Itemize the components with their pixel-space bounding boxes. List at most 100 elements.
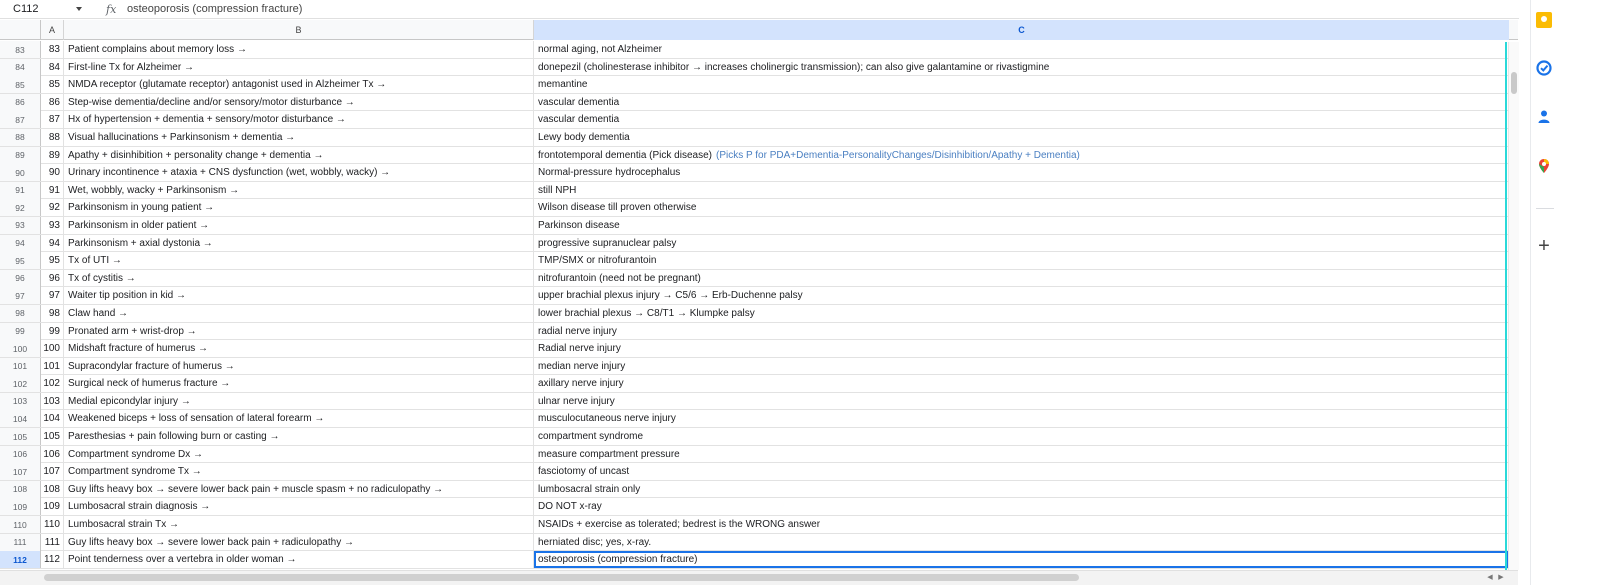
cell-a[interactable]: 95 (41, 252, 64, 270)
cell-b[interactable]: NMDA receptor (glutamate receptor) antag… (64, 76, 534, 94)
cell-b[interactable]: Parkinsonism in older patient → (64, 216, 534, 234)
cell-b[interactable]: Claw hand → (64, 304, 534, 322)
cell-b[interactable]: Guy lifts heavy box → severe lower back … (64, 533, 534, 551)
active-cell-c[interactable]: osteoporosis (compression fracture) (534, 551, 1509, 569)
cell-c[interactable]: Lewy body dementia (534, 129, 1509, 146)
cell-a[interactable]: 85 (41, 76, 64, 94)
keep-icon[interactable] (1536, 12, 1552, 28)
row-header[interactable]: 89 (0, 146, 41, 164)
row-header[interactable]: 90 (0, 164, 41, 182)
row-header[interactable]: 88 (0, 128, 41, 146)
row-header[interactable]: 106 (0, 445, 41, 463)
cell-c[interactable]: nitrofurantoin (need not be pregnant) (534, 270, 1509, 287)
cell-c[interactable]: lumbosacral strain only (534, 481, 1509, 498)
cell-a[interactable]: 90 (41, 164, 64, 182)
contacts-icon[interactable] (1536, 109, 1552, 125)
row-header[interactable]: 109 (0, 498, 41, 516)
formula-input[interactable]: osteoporosis (compression fracture) (127, 0, 302, 18)
cell-a[interactable]: 110 (41, 516, 64, 534)
cell-a[interactable]: 102 (41, 375, 64, 393)
row-header[interactable]: 105 (0, 428, 41, 446)
row-header[interactable]: 111 (0, 533, 41, 551)
cell-b[interactable]: Hx of hypertension + dementia + sensory/… (64, 111, 534, 129)
row-header[interactable]: 85 (0, 76, 41, 94)
horizontal-scrollbar[interactable]: ◀ ▶ (0, 570, 1518, 585)
cell-c[interactable]: Parkinson disease (534, 217, 1509, 234)
cell-a[interactable]: 97 (41, 287, 64, 305)
cell-a[interactable]: 87 (41, 111, 64, 129)
row-header[interactable]: 107 (0, 463, 41, 481)
cell-a[interactable]: 91 (41, 181, 64, 199)
cell-b[interactable]: Visual hallucinations + Parkinsonism + d… (64, 128, 534, 146)
column-header-c[interactable]: C (534, 20, 1509, 40)
name-box-dropdown-icon[interactable] (76, 7, 82, 11)
row-header[interactable]: 93 (0, 216, 41, 234)
cell-a[interactable]: 94 (41, 234, 64, 252)
row-header[interactable]: 86 (0, 93, 41, 111)
add-icon[interactable]: + (1536, 236, 1552, 256)
tasks-icon[interactable] (1536, 60, 1552, 76)
row-header[interactable]: 98 (0, 304, 41, 322)
row-header[interactable]: 102 (0, 375, 41, 393)
cell-b[interactable]: Medial epicondylar injury → (64, 392, 534, 410)
cell-b[interactable]: Tx of cystitis → (64, 269, 534, 287)
row-header[interactable]: 112 (0, 551, 41, 569)
cell-a[interactable]: 111 (41, 533, 64, 551)
cell-b[interactable]: Tx of UTI → (64, 252, 534, 270)
cell-a[interactable]: 88 (41, 128, 64, 146)
vertical-scroll-thumb[interactable] (1511, 72, 1517, 94)
cell-c[interactable]: normal aging, not Alzheimer (534, 41, 1509, 58)
column-header-b[interactable]: B (64, 20, 534, 40)
cell-b[interactable]: Wet, wobbly, wacky + Parkinsonism → (64, 181, 534, 199)
cell-a[interactable]: 104 (41, 410, 64, 428)
cell-c[interactable]: musculocutaneous nerve injury (534, 410, 1509, 427)
cell-a[interactable]: 106 (41, 445, 64, 463)
cell-b[interactable]: Pronated arm + wrist-drop → (64, 322, 534, 340)
scroll-left-icon[interactable]: ◀ (1486, 574, 1494, 582)
row-header[interactable]: 97 (0, 287, 41, 305)
row-header[interactable]: 108 (0, 480, 41, 498)
select-all-corner[interactable] (0, 20, 41, 40)
cell-a[interactable]: 108 (41, 480, 64, 498)
cell-a[interactable]: 103 (41, 392, 64, 410)
cell-b[interactable]: Step-wise dementia/decline and/or sensor… (64, 93, 534, 111)
row-header[interactable]: 84 (0, 58, 41, 76)
cell-a[interactable]: 84 (41, 58, 64, 76)
cell-a[interactable]: 83 (41, 41, 64, 58)
row-header[interactable]: 94 (0, 234, 41, 252)
cell-c[interactable]: Normal-pressure hydrocephalus (534, 164, 1509, 181)
row-header[interactable]: 92 (0, 199, 41, 217)
cell-a[interactable]: 99 (41, 322, 64, 340)
cell-a[interactable]: 112 (41, 551, 64, 569)
cell-c[interactable]: Wilson disease till proven otherwise (534, 199, 1509, 216)
cell-a[interactable]: 93 (41, 216, 64, 234)
cell-c[interactable]: still NPH (534, 182, 1509, 199)
cell-c[interactable]: fasciotomy of uncast (534, 463, 1509, 480)
row-header[interactable]: 91 (0, 181, 41, 199)
cell-a[interactable]: 86 (41, 93, 64, 111)
row-header[interactable]: 103 (0, 392, 41, 410)
row-header[interactable]: 87 (0, 111, 41, 129)
cell-c[interactable]: TMP/SMX or nitrofurantoin (534, 252, 1509, 269)
cell-b[interactable]: Supracondylar fracture of humerus → (64, 357, 534, 375)
row-header[interactable]: 96 (0, 269, 41, 287)
cell-b[interactable]: Paresthesias + pain following burn or ca… (64, 428, 534, 446)
cell-b[interactable]: Lumbosacral strain diagnosis → (64, 498, 534, 516)
cell-c[interactable]: vascular dementia (534, 94, 1509, 111)
cell-b[interactable]: Point tenderness over a vertebra in olde… (64, 551, 534, 569)
cell-b[interactable]: First-line Tx for Alzheimer → (64, 58, 534, 76)
cell-a[interactable]: 98 (41, 304, 64, 322)
scroll-right-icon[interactable]: ▶ (1497, 574, 1505, 582)
cell-c[interactable]: Radial nerve injury (534, 340, 1509, 357)
cell-c[interactable]: radial nerve injury (534, 323, 1509, 340)
row-header[interactable]: 101 (0, 357, 41, 375)
cell-c[interactable]: memantine (534, 76, 1509, 93)
cell-b[interactable]: Urinary incontinence + ataxia + CNS dysf… (64, 164, 534, 182)
cell-a[interactable]: 100 (41, 340, 64, 358)
maps-icon[interactable] (1536, 158, 1552, 174)
cell-b[interactable]: Midshaft fracture of humerus → (64, 340, 534, 358)
cell-c[interactable]: vascular dementia (534, 111, 1509, 128)
cell-b[interactable]: Apathy + disinhibition + personality cha… (64, 146, 534, 164)
cell-c[interactable]: measure compartment pressure (534, 446, 1509, 463)
row-header[interactable]: 100 (0, 340, 41, 358)
